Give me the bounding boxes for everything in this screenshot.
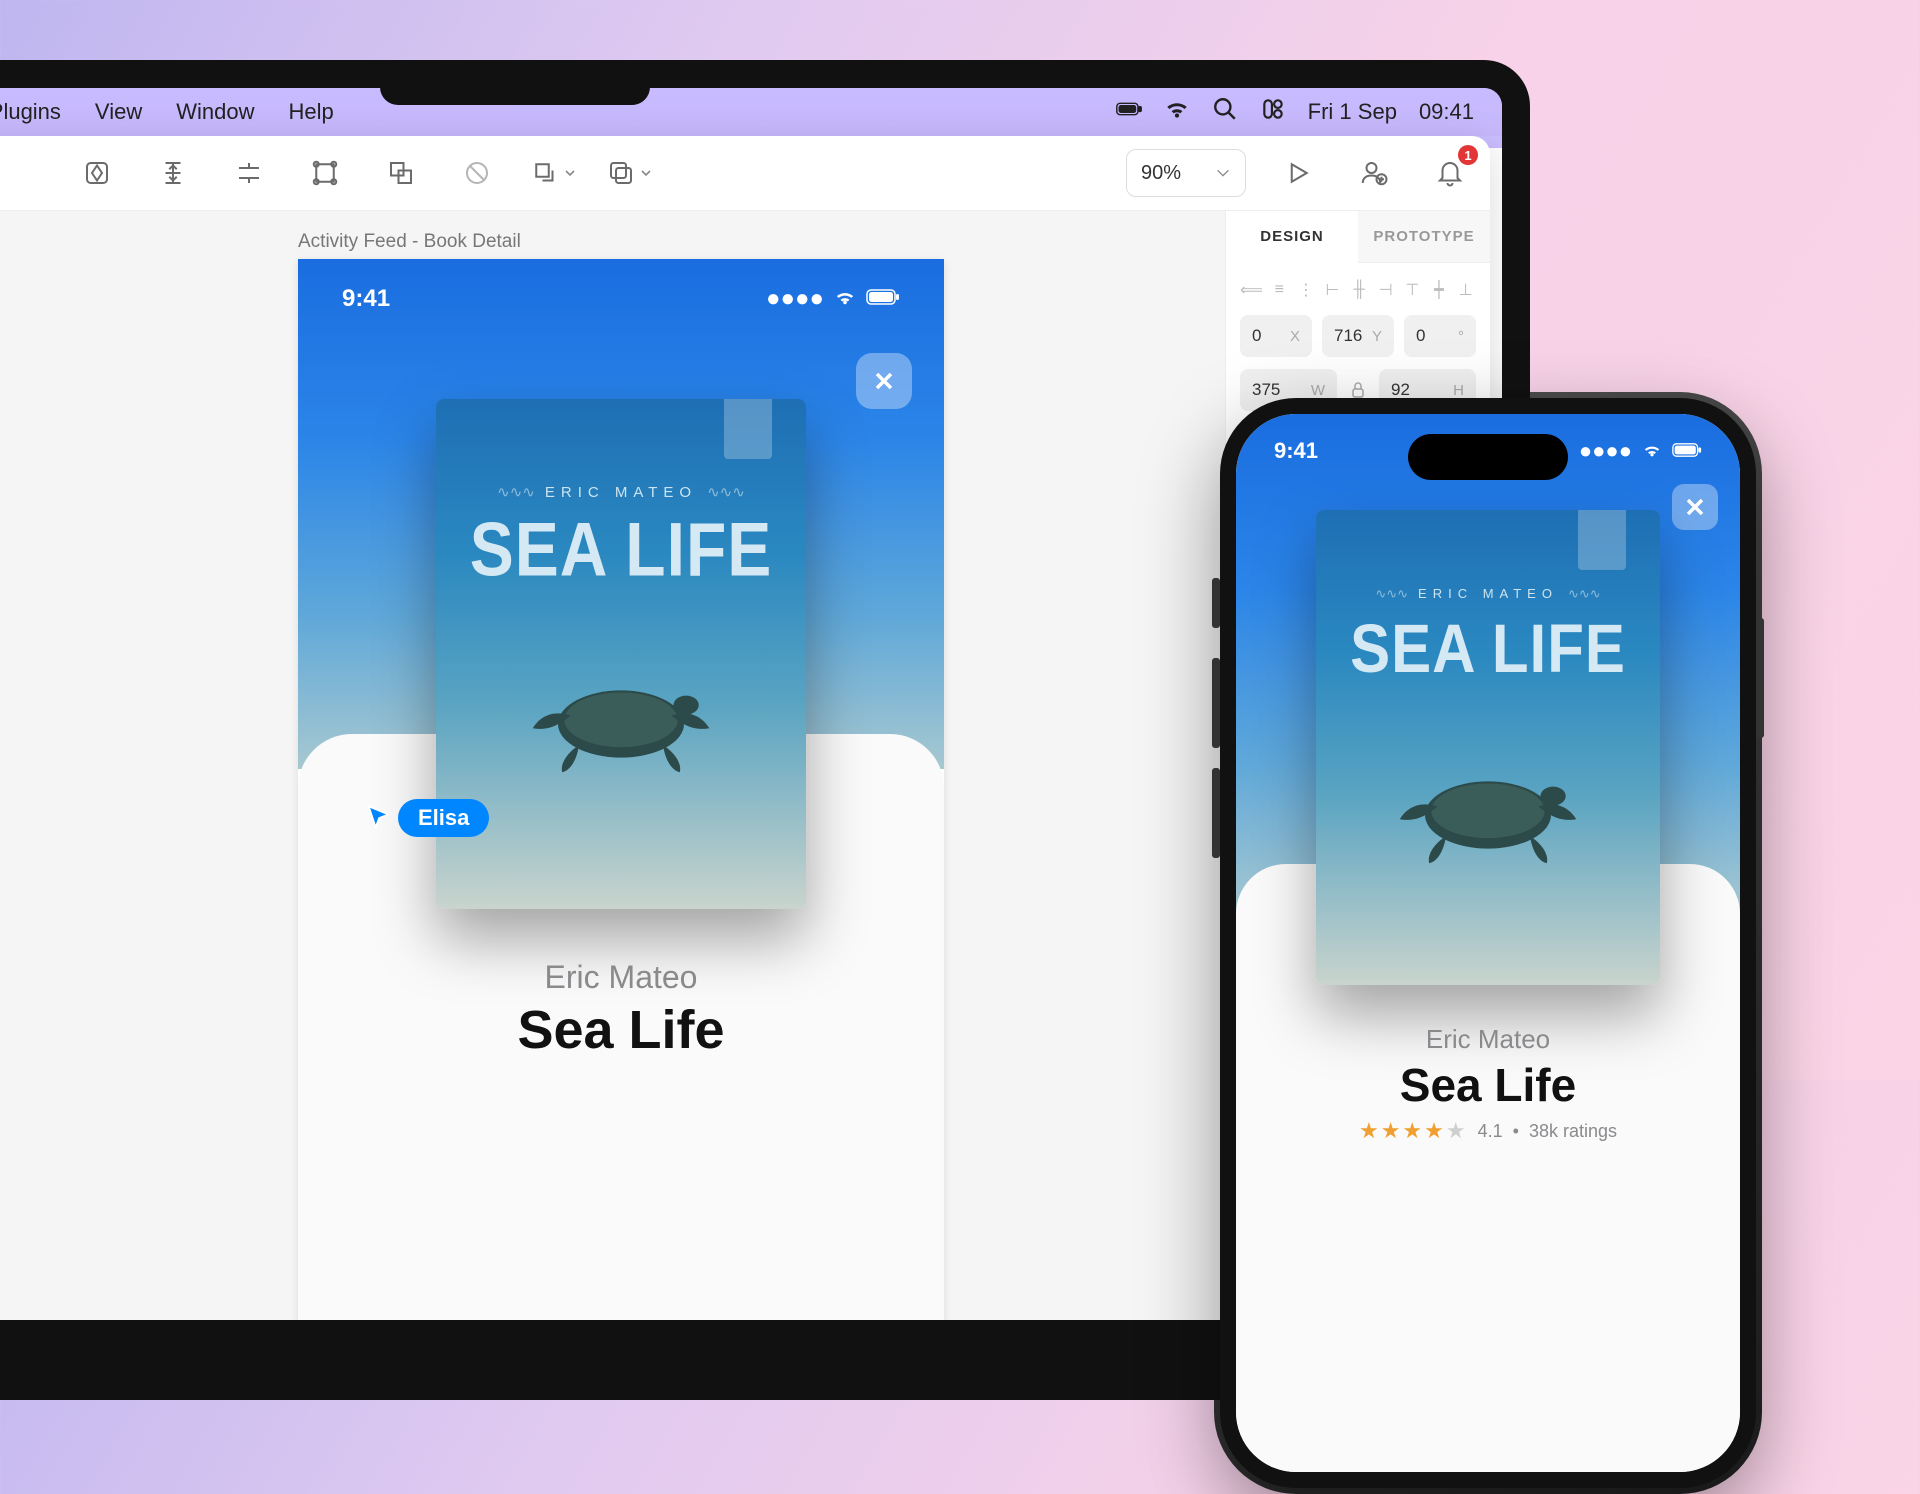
boolean-icon[interactable] [605, 149, 653, 197]
canvas[interactable]: Activity Feed - Book Detail 9:41 ●●●● [0, 211, 1225, 1320]
add-person-icon[interactable] [1350, 149, 1398, 197]
star-icons: ★★★★★ [1359, 1118, 1468, 1144]
x-field[interactable]: 0X [1240, 315, 1312, 357]
menu-item-window[interactable]: Window [176, 99, 254, 125]
zoom-select[interactable]: 90% [1126, 149, 1246, 197]
play-preview-icon[interactable] [1274, 149, 1322, 197]
iphone-frame: 9:41 ●●●● ERIC MATEO SEA LIFE Eric Mateo… [1220, 398, 1756, 1488]
search-icon[interactable] [1212, 96, 1238, 128]
status-time: 9:41 [342, 285, 390, 313]
align-center-icon[interactable]: ╫ [1349, 277, 1370, 303]
author-label: Eric Mateo [298, 959, 944, 996]
iphone-screen: 9:41 ●●●● ERIC MATEO SEA LIFE Eric Mateo… [1236, 414, 1740, 1472]
phone-side-button [1756, 618, 1764, 738]
wifi-icon [1642, 438, 1662, 464]
book-title-label: Sea Life [1236, 1058, 1740, 1112]
menubar-time[interactable]: 09:41 [1419, 99, 1474, 125]
phone-vol-down [1212, 768, 1220, 858]
group-icon[interactable] [301, 149, 349, 197]
align-left-icon[interactable]: ⟸ [1240, 277, 1263, 303]
author-label: Eric Mateo [1236, 1024, 1740, 1055]
rating-row: ★★★★★ 4.1 • 38k ratings [1236, 1118, 1740, 1144]
mask-icon[interactable] [453, 149, 501, 197]
rating-value: 4.1 [1478, 1121, 1503, 1142]
book-cover: ERIC MATEO SEA LIFE [436, 399, 806, 909]
menubar-date[interactable]: Fri 1 Sep [1308, 99, 1397, 125]
menu-item-plugins[interactable]: Plugins [0, 99, 61, 125]
turtle-illustration [516, 659, 726, 789]
alignment-row: ⟸ ≡ ⋮ ⊢ ╫ ⊣ ⊤ ┿ ⊥ [1240, 277, 1476, 303]
align-bottom-icon[interactable]: ⊥ [1455, 277, 1476, 303]
tab-prototype[interactable]: PROTOTYPE [1358, 211, 1490, 263]
wifi-icon[interactable] [1164, 96, 1190, 128]
distribute-horiz-icon[interactable] [225, 149, 273, 197]
collaborator-name: Elisa [398, 799, 489, 837]
collaborator-cursor: Elisa [364, 799, 489, 837]
battery-icon [1672, 438, 1702, 464]
distribute-vert-icon[interactable] [149, 149, 197, 197]
shape-tool-icon[interactable] [73, 149, 121, 197]
cover-author: ERIC MATEO [436, 483, 806, 501]
align-right2-icon[interactable]: ⊣ [1375, 277, 1396, 303]
phone-vol-up [1212, 658, 1220, 748]
bookmark-tab [1578, 510, 1626, 570]
dynamic-island [1408, 434, 1568, 480]
battery-icon [866, 285, 900, 313]
toolbar-right: 90% 1 [1126, 149, 1474, 197]
align-left2-icon[interactable]: ⊢ [1322, 277, 1343, 303]
book-cover: ERIC MATEO SEA LIFE [1316, 510, 1660, 985]
book-title-label: Sea Life [298, 999, 944, 1061]
rating-count: 38k ratings [1529, 1121, 1617, 1142]
status-time: 9:41 [1274, 438, 1318, 464]
close-button[interactable] [856, 353, 912, 409]
cover-title: SEA LIFE [1316, 609, 1660, 688]
menu-item-view[interactable]: View [95, 99, 142, 125]
app-toolbar: Edited 90% 1 [0, 136, 1490, 211]
artboard[interactable]: 9:41 ●●●● ERIC MATEO SE [298, 259, 944, 1320]
device-statusbar: 9:41 ●●●● [298, 285, 944, 313]
rotation-field[interactable]: 0° [1404, 315, 1476, 357]
align-right-icon[interactable]: ⋮ [1296, 277, 1317, 303]
toolbar-center [73, 149, 653, 197]
notifications-icon[interactable]: 1 [1426, 149, 1474, 197]
close-button[interactable] [1672, 484, 1718, 530]
signal-icon: ●●●● [1579, 438, 1632, 464]
macbook-notch [380, 60, 650, 105]
macos-menubar: pe Arrange Plugins View Window Help Fri … [0, 88, 1502, 136]
ungroup-icon[interactable] [377, 149, 425, 197]
turtle-illustration [1383, 750, 1593, 880]
battery-icon[interactable] [1116, 96, 1142, 128]
align-hcenter-icon[interactable]: ≡ [1269, 277, 1290, 303]
menu-item-help[interactable]: Help [288, 99, 333, 125]
artboard-label[interactable]: Activity Feed - Book Detail [298, 231, 521, 253]
bookmark-tab [724, 399, 772, 459]
wifi-icon [834, 285, 856, 313]
cover-title: SEA LIFE [436, 505, 806, 592]
y-field[interactable]: 716Y [1322, 315, 1394, 357]
phone-mute-switch [1212, 578, 1220, 628]
cover-author: ERIC MATEO [1316, 586, 1660, 602]
tab-design[interactable]: DESIGN [1226, 211, 1358, 263]
resize-tool-icon[interactable] [529, 149, 577, 197]
align-vcenter-icon[interactable]: ┿ [1429, 277, 1450, 303]
signal-icon: ●●●● [766, 285, 824, 313]
align-top-icon[interactable]: ⊤ [1402, 277, 1423, 303]
control-center-icon[interactable] [1260, 96, 1286, 128]
notification-badge: 1 [1458, 145, 1478, 165]
